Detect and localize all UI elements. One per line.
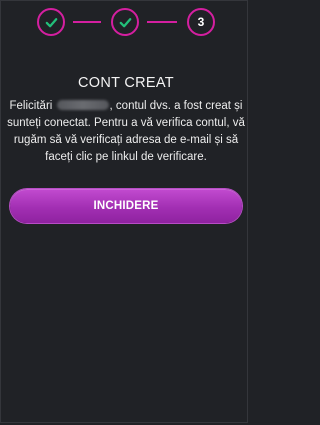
step-3-current: 3 <box>187 8 215 36</box>
checkmark-icon <box>45 17 57 27</box>
message-prefix: Felicitări <box>9 100 53 112</box>
step-number: 3 <box>197 15 205 29</box>
confirmation-message: Felicitări , contul dvs. a fost creat și… <box>7 98 245 166</box>
step-1-completed <box>37 8 65 36</box>
close-button-label: INCHIDERE <box>93 200 159 212</box>
checkmark-icon <box>119 17 131 27</box>
redacted-username <box>56 100 109 110</box>
step-connector <box>73 21 101 23</box>
close-button[interactable]: INCHIDERE <box>10 189 242 223</box>
page-title: CONT CREAT <box>78 75 174 91</box>
progress-stepper: 3 <box>37 8 215 36</box>
step-connector <box>147 21 177 23</box>
account-created-screen: 3 CONT CREAT Felicitări , contul dvs. a … <box>0 0 248 423</box>
step-2-completed <box>111 8 139 36</box>
